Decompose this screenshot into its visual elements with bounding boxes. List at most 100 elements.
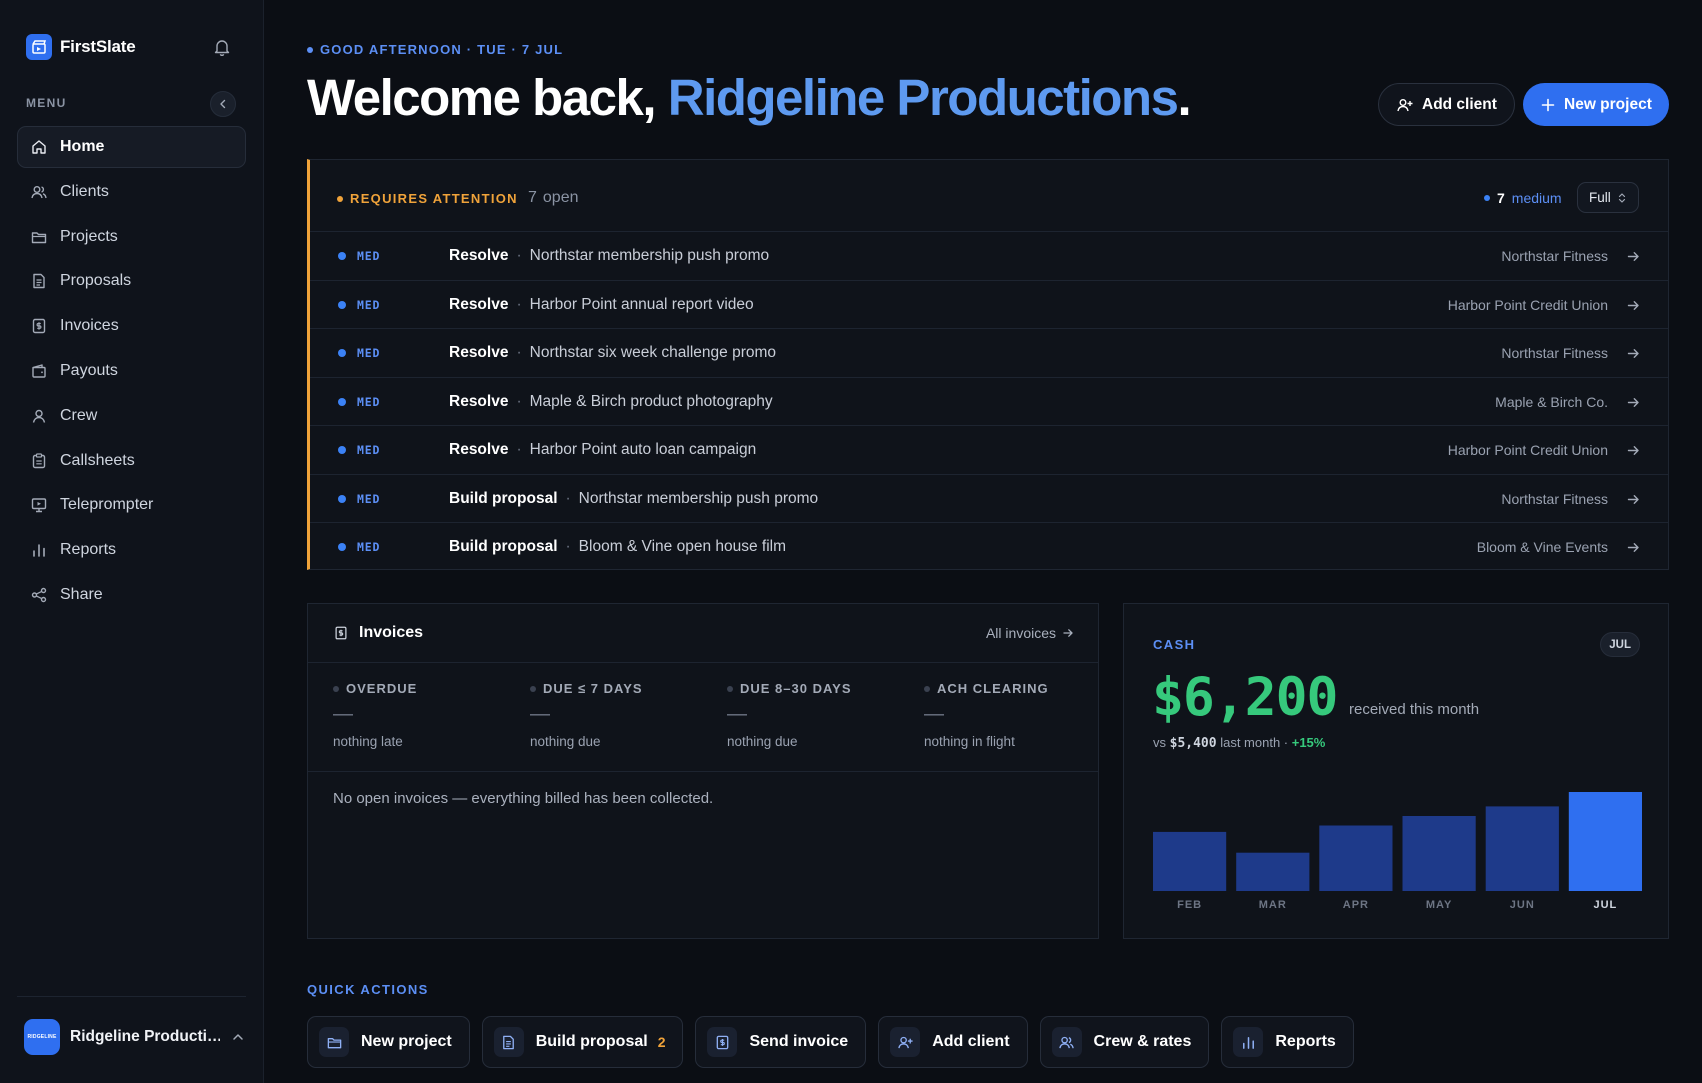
view-select[interactable]: Full: [1577, 182, 1639, 213]
severity-dot: [338, 300, 346, 309]
chart-tick-label: MAR: [1259, 899, 1287, 911]
brand[interactable]: FirstSlate: [26, 34, 136, 60]
attention-header: REQUIRES ATTENTION 7 open 7 medium Full: [310, 160, 1668, 232]
sidebar-item-callsheets[interactable]: Callsheets: [17, 440, 246, 482]
attention-title: REQUIRES ATTENTION: [337, 191, 518, 206]
folder-icon: [31, 231, 47, 243]
greeting: GOOD AFTERNOON · TUE · 7 JUL: [307, 42, 563, 57]
chart-bar-jul: [1568, 792, 1642, 891]
attention-row[interactable]: MED Resolve · Northstar six week challenge …: [310, 329, 1668, 378]
severity-tag: MED: [357, 443, 381, 457]
add-client-button[interactable]: Add client: [1378, 83, 1515, 126]
attention-task: Resolve · Harbor Point annual report video: [449, 295, 754, 313]
stat-due-8-30-days: DUE 8–30 DAYS — nothing due: [727, 681, 852, 749]
month-badge[interactable]: JUL: [1600, 632, 1640, 657]
bell-icon[interactable]: [212, 37, 232, 57]
attention-row[interactable]: MED Resolve · Maple & Birch product photogr…: [310, 378, 1668, 426]
menu-label: MENU: [26, 96, 67, 110]
add-user-icon: [897, 1036, 913, 1048]
quick-action-send-invoice[interactable]: Send invoice: [695, 1016, 867, 1068]
sidebar-item-crew[interactable]: Crew: [17, 395, 246, 437]
sidebar-item-reports[interactable]: Reports: [17, 529, 246, 571]
severity-tag: MED: [357, 491, 381, 506]
sidebar-item-proposals[interactable]: Proposals: [17, 260, 246, 302]
attention-row[interactable]: MED Resolve · Harbor Point annual report vi…: [310, 281, 1668, 329]
chart-tick-label: MAY: [1426, 899, 1452, 911]
share-icon: [31, 587, 47, 603]
arrow-right-icon: [1627, 494, 1639, 504]
quick-action-new-project[interactable]: New project: [307, 1016, 470, 1068]
chart-tick-label: JUL: [1594, 899, 1618, 911]
new-project-button[interactable]: New project: [1523, 83, 1669, 126]
chart-bar-jun: [1485, 806, 1559, 891]
account-switcher[interactable]: RIDGELINE Ridgeline Producti…: [24, 1018, 246, 1056]
monthly-cash-chart: FEB MAR APR MAY JUN JUL: [1153, 792, 1642, 911]
sidebar-item-label: Share: [60, 585, 103, 603]
sidebar-item-clients[interactable]: Clients: [17, 171, 246, 213]
attention-dot: [337, 195, 343, 202]
document-icon: [33, 274, 45, 289]
invoices-header: Invoices All invoices: [308, 604, 1098, 663]
quick-action-crew-rates[interactable]: Crew & rates: [1039, 1016, 1210, 1068]
quick-action-add-client[interactable]: Add client: [878, 1016, 1028, 1068]
dollar-doc-icon: [335, 626, 347, 640]
quick-action-reports[interactable]: Reports: [1221, 1016, 1354, 1068]
severity-tag: MED: [357, 394, 381, 409]
stat-ach-clearing: ACH CLEARING — nothing in flight: [924, 681, 1049, 749]
arrow-right-icon: [1063, 629, 1073, 637]
quick-actions: New project Build proposal 2 Send invoic…: [307, 1016, 1354, 1068]
studio-name: Ridgeline Productions: [667, 69, 1179, 126]
attention-task: Build proposal · Northstar membership push…: [449, 489, 819, 507]
attention-client: Bloom & Vine Events: [1476, 539, 1608, 555]
invoices-panel: Invoices All invoices OVERDUE — nothing …: [307, 603, 1099, 939]
severity-tag: MED: [357, 346, 381, 360]
severity-dot: [338, 397, 346, 406]
attention-row[interactable]: MED Build proposal · Bloom & Vine open hous…: [310, 523, 1668, 572]
arrow-right-icon: [1627, 349, 1639, 358]
quick-actions-label: QUICK ACTIONS: [307, 982, 429, 997]
collapse-sidebar-button[interactable]: [210, 91, 236, 117]
attention-open-count: 7 open: [528, 189, 579, 206]
chevron-up-icon: [233, 1034, 243, 1040]
attention-client: Northstar Fitness: [1501, 345, 1608, 361]
sidebar-item-label: Callsheets: [60, 451, 135, 469]
sidebar-item-home[interactable]: Home: [17, 126, 246, 168]
stat-due-7-days: DUE ≤ 7 DAYS — nothing due: [530, 681, 643, 749]
requires-attention-panel: REQUIRES ATTENTION 7 open 7 medium Full M…: [307, 159, 1669, 570]
attention-client: Northstar Fitness: [1501, 248, 1608, 264]
monitor-icon: [31, 498, 47, 513]
sidebar-item-teleprompter[interactable]: Teleprompter: [17, 484, 246, 526]
severity-dot: [338, 446, 346, 454]
attention-row[interactable]: MED Build proposal · Northstar membership p…: [310, 475, 1668, 523]
arrow-right-icon: [1627, 252, 1639, 261]
chevron-up-down-icon: [1618, 192, 1625, 203]
all-invoices-link[interactable]: All invoices: [986, 625, 1074, 641]
attention-row[interactable]: MED Resolve · Northstar membership push pro…: [310, 232, 1668, 281]
sidebar-item-share[interactable]: Share: [17, 574, 246, 616]
stat-overdue: OVERDUE — nothing late: [333, 681, 418, 749]
add-user-icon: [1397, 98, 1413, 111]
invoice-stats: OVERDUE — nothing late DUE ≤ 7 DAYS — no…: [308, 663, 1098, 772]
chart-tick-label: APR: [1343, 899, 1369, 911]
arrow-right-icon: [1627, 446, 1639, 455]
sidebar-divider: [17, 996, 246, 997]
plus-icon: [1541, 98, 1555, 111]
cash-label: CASH: [1153, 637, 1196, 652]
severity-filter[interactable]: 7 medium: [1484, 190, 1562, 206]
severity-dot: [1484, 195, 1490, 201]
sidebar-item-payouts[interactable]: Payouts: [17, 350, 246, 392]
sidebar: FirstSlate MENU Home Clients Projects Pr…: [0, 0, 264, 1083]
attention-task: Build proposal · Bloom & Vine open house f…: [449, 538, 787, 555]
sidebar-item-projects[interactable]: Projects: [17, 216, 246, 258]
attention-client: Maple & Birch Co.: [1495, 393, 1608, 410]
avatar: RIDGELINE: [24, 1019, 60, 1055]
chart-bar-may: [1402, 816, 1476, 891]
document-icon: [503, 1035, 515, 1049]
attention-list: MED Resolve · Northstar membership push pro…: [310, 232, 1668, 572]
chart-tick-label: JUN: [1510, 899, 1535, 911]
page-title: Welcome back, Ridgeline Productions.: [307, 69, 1192, 126]
sidebar-item-invoices[interactable]: Invoices: [17, 305, 246, 347]
greeting-dot: [307, 46, 313, 53]
attention-row[interactable]: MED Resolve · Harbor Point auto loan campai…: [310, 426, 1668, 475]
quick-action-build-proposal[interactable]: Build proposal 2: [481, 1016, 684, 1068]
